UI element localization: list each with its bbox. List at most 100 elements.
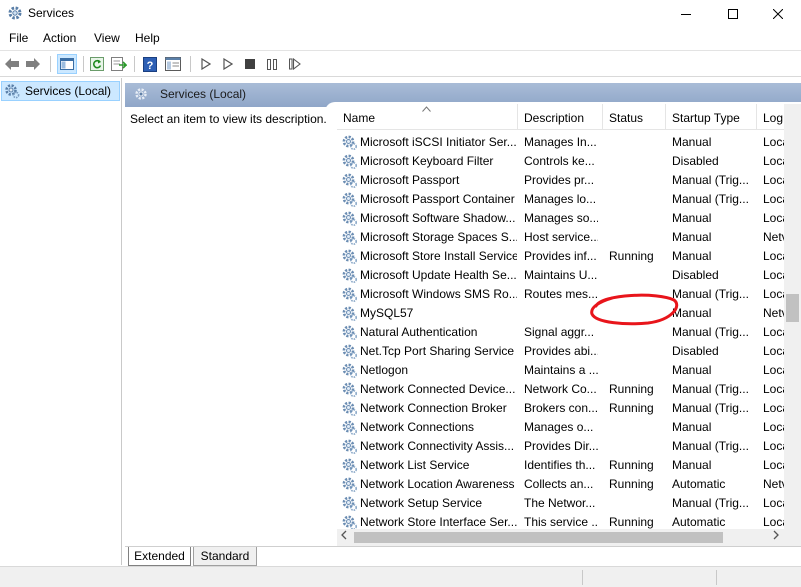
service-gear-icon	[341, 457, 358, 474]
service-gear-icon	[341, 400, 358, 417]
service-row[interactable]: Network List Service Identifies th... Runn…	[337, 456, 801, 475]
restart-service-icon[interactable]	[286, 55, 304, 73]
start-service-icon[interactable]	[197, 55, 215, 73]
horizontal-scrollbar[interactable]	[337, 529, 801, 546]
service-name: Network Connections	[360, 420, 475, 434]
maximize-button[interactable]	[710, 0, 756, 28]
help-icon[interactable]: ?	[141, 55, 159, 73]
service-gear-icon	[341, 362, 358, 379]
service-name: Network Connectivity Assis...	[360, 439, 515, 453]
service-row[interactable]: Network Setup Service The Networ... Manual…	[337, 494, 801, 513]
service-gear-icon	[341, 229, 358, 246]
service-gear-icon	[341, 134, 358, 151]
pane-header-title: Services (Local)	[160, 87, 247, 101]
export-list-icon[interactable]	[110, 55, 128, 73]
menu-help[interactable]: Help	[135, 31, 160, 45]
console-tree: Services (Local)	[0, 78, 122, 565]
column-header-startup-type[interactable]: Startup Type	[666, 104, 757, 130]
service-name: Microsoft Passport	[360, 173, 460, 187]
service-description: Host service...	[524, 230, 598, 244]
scroll-right-icon[interactable]	[773, 530, 779, 543]
svg-text:?: ?	[147, 60, 154, 72]
service-row[interactable]: Natural Authentication Signal aggr... Manu…	[337, 323, 801, 342]
service-row[interactable]: Microsoft iSCSI Initiator Ser... Manages …	[337, 133, 801, 152]
service-startup-type: Manual	[672, 230, 712, 244]
service-gear-icon	[341, 419, 358, 436]
back-icon[interactable]	[3, 55, 21, 73]
service-gear-icon	[341, 495, 358, 512]
service-row[interactable]: Netlogon Maintains a ... Manual Loca	[337, 361, 801, 380]
tree-item-services-local[interactable]: Services (Local)	[1, 81, 120, 101]
service-name: Network Store Interface Ser...	[360, 515, 517, 529]
scroll-left-icon[interactable]	[341, 530, 347, 543]
service-name: Net.Tcp Port Sharing Service	[360, 344, 515, 358]
service-status: Running	[609, 382, 654, 396]
service-gear-icon	[341, 286, 358, 303]
service-startup-type: Disabled	[672, 268, 719, 282]
toolbar-separator	[83, 56, 84, 72]
service-row[interactable]: Network Connections Manages o... Manual Loc…	[337, 418, 801, 437]
service-description: Manages In...	[524, 135, 597, 149]
vertical-scrollbar-thumb[interactable]	[786, 294, 799, 322]
service-row[interactable]: Microsoft Passport Container Manages lo..…	[337, 190, 801, 209]
service-gear-icon	[341, 476, 358, 493]
start-service-alt-icon[interactable]	[219, 55, 237, 73]
service-row[interactable]: Microsoft Windows SMS Ro... Routes mes...…	[337, 285, 801, 304]
service-description: Signal aggr...	[524, 325, 595, 339]
show-hide-console-tree-icon[interactable]	[57, 54, 77, 74]
service-row[interactable]: Microsoft Storage Spaces S... Host servic…	[337, 228, 801, 247]
menu-file[interactable]: File	[9, 31, 28, 45]
service-startup-type: Manual (Trig...	[672, 192, 749, 206]
horizontal-scrollbar-thumb[interactable]	[354, 532, 723, 543]
column-header-name[interactable]: Name	[337, 104, 518, 130]
service-name: Microsoft Storage Spaces S...	[360, 230, 517, 244]
service-name: Microsoft iSCSI Initiator Ser...	[360, 135, 517, 149]
vertical-scrollbar[interactable]	[784, 104, 801, 529]
service-row[interactable]: Microsoft Store Install Service Provides …	[337, 247, 801, 266]
service-name: Microsoft Passport Container	[360, 192, 515, 206]
service-row[interactable]: Microsoft Software Shadow... Manages so..…	[337, 209, 801, 228]
menu-view[interactable]: View	[94, 31, 120, 45]
column-header-status[interactable]: Status	[603, 104, 666, 130]
pause-service-icon[interactable]	[263, 55, 281, 73]
service-description: The Networ...	[524, 496, 596, 510]
service-name: Microsoft Update Health Se...	[360, 268, 517, 282]
toolbar-separator	[190, 56, 191, 72]
sort-ascending-icon	[422, 104, 431, 114]
forward-icon[interactable]	[24, 55, 42, 73]
service-gear-icon	[341, 191, 358, 208]
menu-action[interactable]: Action	[43, 31, 76, 45]
service-gear-icon	[341, 305, 358, 322]
service-row[interactable]: Net.Tcp Port Sharing Service Provides abi…	[337, 342, 801, 361]
description-panel: Select an item to view its description.	[130, 112, 327, 126]
service-row[interactable]: MySQL57 Manual Netv	[337, 304, 801, 323]
service-row[interactable]: Network Location Awareness Collects an...…	[337, 475, 801, 494]
tab-standard[interactable]: Standard	[193, 547, 257, 566]
service-row[interactable]: Network Connection Broker Brokers con... R…	[337, 399, 801, 418]
service-row[interactable]: Microsoft Update Health Se... Maintains U…	[337, 266, 801, 285]
refresh-icon[interactable]	[88, 55, 106, 73]
column-header-description[interactable]: Description	[518, 104, 603, 130]
service-startup-type: Manual (Trig...	[672, 401, 749, 415]
services-app-icon	[7, 5, 23, 21]
service-row[interactable]: Microsoft Passport Provides pr... Manual (…	[337, 171, 801, 190]
service-status: Running	[609, 249, 654, 263]
service-row[interactable]: Microsoft Keyboard Filter Controls ke... D…	[337, 152, 801, 171]
service-description: Network Co...	[524, 382, 597, 396]
properties-icon[interactable]	[164, 55, 182, 73]
service-row[interactable]: Network Connectivity Assis... Provides Di…	[337, 437, 801, 456]
service-startup-type: Manual	[672, 458, 712, 472]
service-gear-icon	[341, 210, 358, 227]
service-startup-type: Manual	[672, 249, 712, 263]
service-name: Microsoft Store Install Service	[360, 249, 517, 263]
stop-service-icon[interactable]	[241, 55, 259, 73]
tab-extended[interactable]: Extended	[128, 547, 191, 566]
service-row[interactable]: Network Store Interface Ser... This servi…	[337, 513, 801, 529]
service-description: Controls ke...	[524, 154, 595, 168]
minimize-button[interactable]	[663, 0, 709, 28]
service-description: Maintains U...	[524, 268, 598, 282]
service-description: Brokers con...	[524, 401, 598, 415]
service-row[interactable]: Network Connected Device... Network Co...…	[337, 380, 801, 399]
close-button[interactable]	[755, 0, 801, 28]
service-gear-icon	[341, 267, 358, 284]
